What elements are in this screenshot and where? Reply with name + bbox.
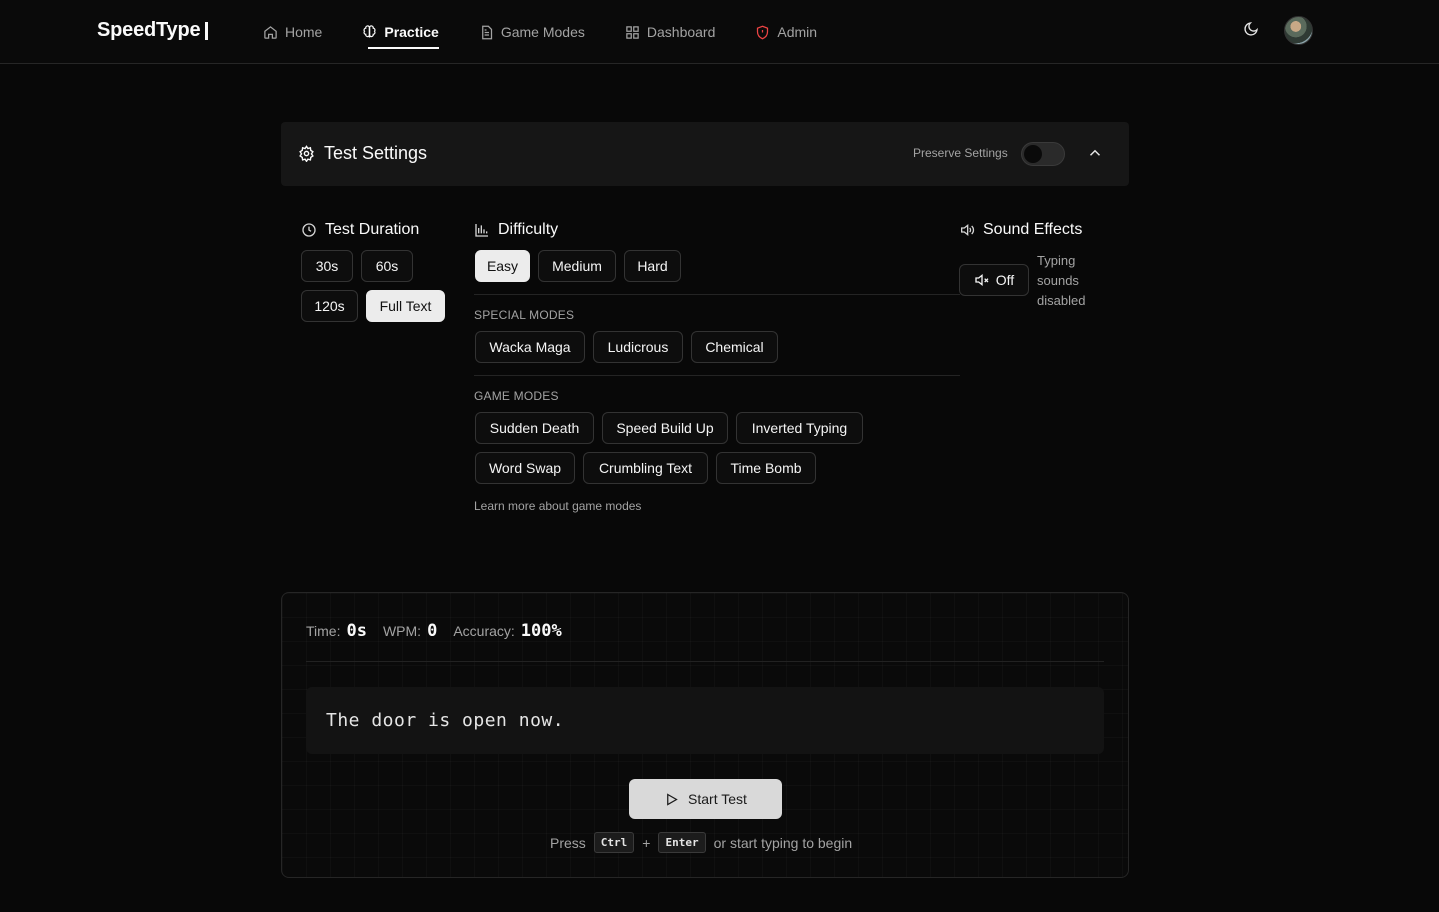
- mode-word-swap[interactable]: Word Swap: [475, 452, 575, 484]
- bar-chart-icon: [475, 224, 488, 237]
- test-duration-label: Test Duration: [325, 221, 420, 238]
- typing-text: The door is open now.: [326, 710, 565, 731]
- settings-header: Test Settings Preserve Settings: [281, 122, 1129, 186]
- grid-icon: [626, 25, 639, 39]
- shield-icon: [757, 25, 769, 39]
- special-modes-heading: SPECIAL MODES: [474, 308, 575, 322]
- mode-sudden-death[interactable]: Sudden Death: [475, 412, 594, 444]
- nav-admin-label: Admin: [777, 24, 818, 40]
- mode-time-bomb[interactable]: Time Bomb: [716, 452, 816, 484]
- home-icon: [264, 25, 277, 39]
- moon-icon: [1244, 22, 1258, 36]
- difficulty-title: Difficulty: [474, 221, 558, 239]
- sound-toggle-button[interactable]: Off: [959, 264, 1029, 296]
- game-modes-heading: GAME MODES: [474, 389, 559, 403]
- typing-text-area[interactable]: The door is open now.: [306, 687, 1104, 754]
- nav-links: Home Practice Game Modes Dashboard Admin: [263, 0, 857, 64]
- learn-more-link[interactable]: Learn more about game modes: [474, 499, 641, 513]
- kbd-ctrl: Ctrl: [593, 832, 635, 853]
- clock-icon: [302, 223, 316, 237]
- difficulty-label: Difficulty: [498, 221, 559, 238]
- nav-game-modes[interactable]: Game Modes: [479, 0, 585, 64]
- sound-effects-label: Sound Effects: [983, 221, 1083, 238]
- logo-text: SpeedType: [97, 19, 201, 41]
- start-test-button[interactable]: Start Test: [629, 779, 782, 819]
- time-label: Time:: [306, 623, 341, 639]
- chevron-up-icon: [1089, 149, 1101, 156]
- nav-practice-label: Practice: [384, 24, 439, 40]
- brain-icon: [363, 24, 376, 37]
- test-duration-title: Test Duration: [301, 221, 419, 239]
- sound-status-note: Typing sounds disabled: [1037, 253, 1086, 308]
- hint-plus: +: [642, 834, 651, 851]
- theme-toggle-button[interactable]: [1240, 18, 1262, 40]
- start-hint: Press Ctrl + Enter or start typing to be…: [550, 832, 852, 853]
- settings-title: Test Settings: [298, 143, 427, 164]
- duration-60s[interactable]: 60s: [361, 250, 413, 282]
- hint-press: Press: [550, 834, 586, 851]
- duration-full-text[interactable]: Full Text: [366, 290, 445, 322]
- app-logo[interactable]: SpeedType: [97, 19, 209, 42]
- kbd-enter: Enter: [658, 832, 706, 853]
- typing-test-card: Time: 0s WPM: 0 Accuracy: 100% The door …: [281, 592, 1129, 878]
- top-navigation: SpeedType Home Practice Game Modes Dashb…: [0, 0, 1439, 64]
- nav-dashboard[interactable]: Dashboard: [625, 0, 716, 64]
- difficulty-hard[interactable]: Hard: [624, 250, 681, 282]
- difficulty-medium[interactable]: Medium: [538, 250, 616, 282]
- difficulty-divider: [474, 294, 960, 295]
- mode-crumbling-text[interactable]: Crumbling Text: [583, 452, 708, 484]
- collapse-settings-button[interactable]: [1086, 144, 1104, 162]
- accuracy-value: 100%: [520, 621, 562, 641]
- logo-cursor: [205, 21, 209, 40]
- mode-speed-build-up[interactable]: Speed Build Up: [602, 412, 728, 444]
- sound-effects-title: Sound Effects: [959, 221, 1082, 239]
- hint-rest: or start typing to begin: [713, 834, 853, 851]
- duration-30s[interactable]: 30s: [301, 250, 353, 282]
- difficulty-easy[interactable]: Easy: [475, 250, 530, 282]
- nav-game-modes-label: Game Modes: [500, 24, 585, 40]
- wpm-value: 0: [427, 621, 438, 641]
- settings-title-text: Test Settings: [324, 143, 428, 163]
- document-icon: [481, 25, 492, 39]
- play-icon: [667, 792, 678, 806]
- mode-chemical[interactable]: Chemical: [691, 331, 778, 363]
- special-modes-divider: [474, 375, 960, 376]
- speaker-muted-icon: [975, 273, 989, 287]
- accuracy-label: Accuracy:: [453, 623, 515, 639]
- time-value: 0s: [346, 621, 367, 641]
- preserve-settings-label: Preserve Settings: [913, 146, 1008, 160]
- nav-home-label: Home: [285, 24, 323, 40]
- stats-divider: [306, 661, 1104, 662]
- preserve-settings-toggle[interactable]: [1021, 142, 1065, 166]
- wpm-label: WPM:: [382, 623, 422, 639]
- nav-admin[interactable]: Admin: [755, 0, 817, 64]
- sound-toggle-label: Off: [995, 272, 1015, 288]
- nav-practice[interactable]: Practice: [362, 0, 440, 64]
- start-test-label: Start Test: [688, 791, 747, 807]
- nav-dashboard-label: Dashboard: [646, 24, 716, 40]
- mode-wacka-maga[interactable]: Wacka Maga: [475, 331, 585, 363]
- nav-home[interactable]: Home: [263, 0, 322, 64]
- mode-inverted-typing[interactable]: Inverted Typing: [736, 412, 863, 444]
- mode-ludicrous[interactable]: Ludicrous: [593, 331, 683, 363]
- duration-120s[interactable]: 120s: [301, 290, 358, 322]
- speaker-icon: [961, 223, 975, 237]
- toggle-knob: [1024, 145, 1042, 163]
- user-avatar[interactable]: [1284, 16, 1313, 45]
- gear-icon: [299, 145, 314, 162]
- test-stats: Time: 0s WPM: 0 Accuracy: 100%: [306, 621, 572, 641]
